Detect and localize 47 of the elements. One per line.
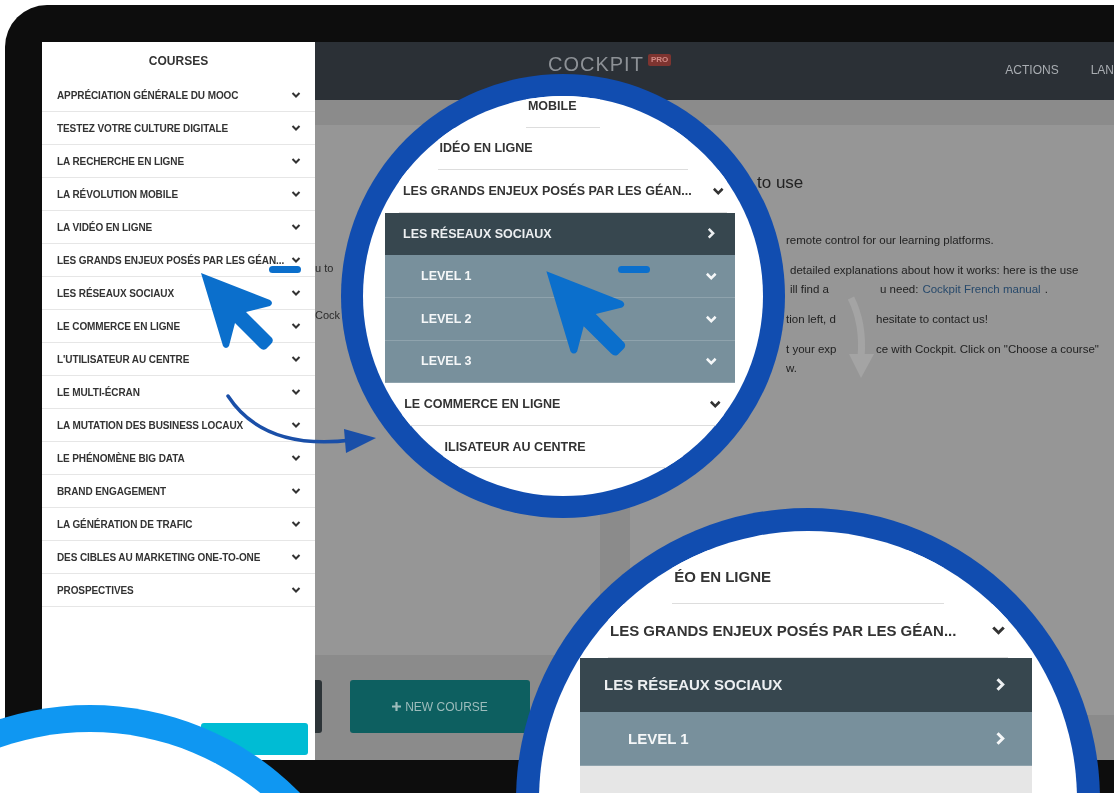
pro-badge: PRO — [647, 54, 672, 66]
chevron-down-icon — [291, 288, 301, 298]
new-course-button[interactable]: NEW COURSE — [350, 680, 530, 733]
chevron-down-icon — [291, 90, 301, 100]
chevron-down-icon — [291, 354, 301, 364]
card-text: t your exp — [786, 342, 837, 357]
list-item[interactable]: MOBILE — [525, 96, 601, 128]
logo-text: COCKPIT — [548, 54, 644, 74]
chevron-down-icon — [291, 156, 301, 166]
card-text: tion left, d — [786, 312, 836, 327]
list-item[interactable]: ÉO EN LIGNE — [672, 550, 944, 604]
chevron-down-icon — [291, 552, 301, 562]
card-text: remote control for our learning platforms. — [786, 233, 994, 248]
chevron-down-icon — [291, 453, 301, 463]
nav-link[interactable]: LAN — [1090, 63, 1114, 77]
nav-link[interactable]: ACTIONS — [1005, 63, 1059, 77]
card-text: . — [1044, 282, 1048, 297]
chevron-down-icon — [291, 486, 301, 496]
chevron-down-icon — [291, 123, 301, 133]
card-text: Cock — [315, 309, 341, 321]
list-item[interactable]: LES GRANDS ENJEUX POSÉS PAR LES GÉAN... — [608, 604, 1008, 658]
chevron-down-icon — [291, 387, 301, 397]
dash-mark — [618, 266, 650, 273]
plus-icon — [392, 702, 402, 711]
card-text: ce with Cockpit. Click on "Choose a course" — [876, 342, 1099, 357]
card-text: ill find a — [790, 282, 829, 297]
card-text: w. — [786, 361, 797, 376]
dash-mark — [269, 266, 301, 273]
card-text: hesitate to contact us! — [876, 312, 988, 327]
list-item[interactable]: LES RÉSEAUX SOCIAUX — [385, 212, 735, 256]
chevron-down-icon — [291, 189, 301, 199]
list-item[interactable]: IDÉO EN LIGNE — [437, 127, 689, 171]
chevron-down-icon — [291, 585, 301, 595]
sidebar-item[interactable]: LE PHÉNOMÈNE BIG DATA — [42, 442, 315, 475]
card-title: to use — [756, 173, 805, 193]
card-text: u need: — [880, 282, 919, 297]
chevron-down-icon — [291, 255, 301, 265]
chevron-down-icon — [291, 222, 301, 232]
sidebar-title: COURSES — [147, 52, 210, 70]
card-text: u to — [315, 262, 334, 274]
card-text: detailed explanations about how it works: here is the use — [790, 263, 1079, 278]
list-item[interactable]: LES RÉSEAUX SOCIAUX — [580, 658, 1032, 712]
chevron-down-icon — [291, 519, 301, 529]
chevron-down-icon — [291, 420, 301, 430]
dark-button[interactable] — [315, 680, 322, 733]
list-item[interactable]: LES GRANDS ENJEUX POSÉS PAR LES GÉAN... — [399, 170, 727, 213]
chevron-down-icon — [291, 321, 301, 331]
